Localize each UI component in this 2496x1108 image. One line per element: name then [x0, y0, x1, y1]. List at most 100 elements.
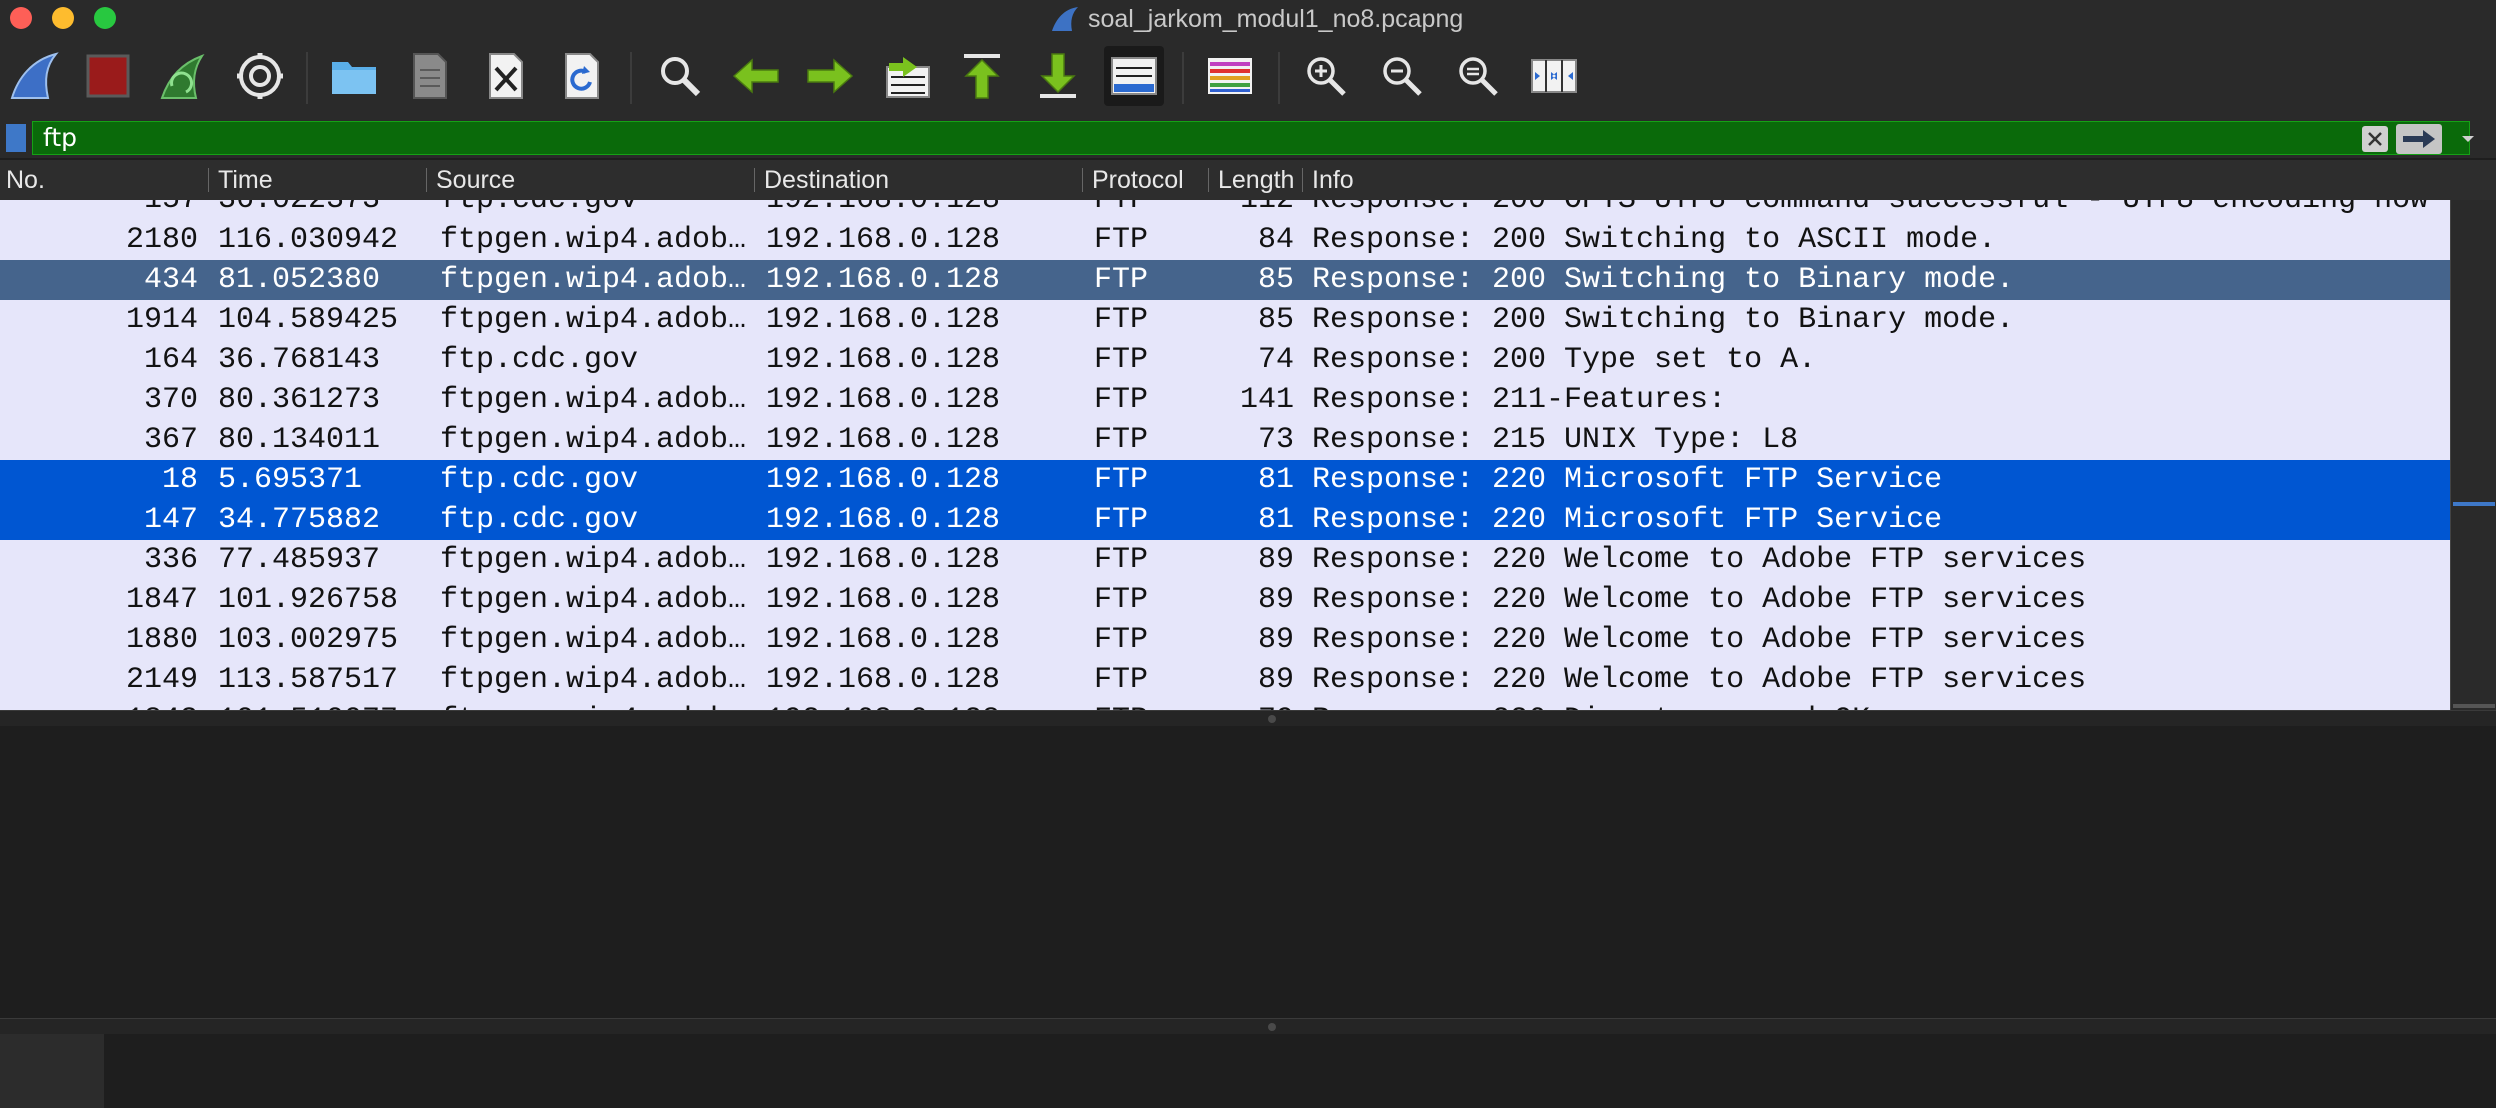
packet-row[interactable]: 1843 101.510077 ftpgen.wip4.adob… 192.168.0… [0, 700, 2450, 710]
go-first-button[interactable] [952, 46, 1012, 106]
packet-cell-source: ftpgen.wip4.adob… [440, 623, 746, 657]
close-file-icon [489, 53, 523, 99]
pane-splitter[interactable] [0, 1018, 2496, 1035]
splitter-handle[interactable] [1268, 715, 1276, 723]
packet-bytes-pane[interactable] [0, 1034, 2496, 1108]
scrollbar-position-marker [2453, 704, 2495, 708]
folder-icon [332, 62, 376, 94]
packet-row[interactable]: 2149 113.587517 ftpgen.wip4.adob… 192.168.0… [0, 660, 2450, 700]
packet-cell-protocol: FTP [1094, 383, 1149, 417]
packet-row[interactable]: 370 80.361273 ftpgen.wip4.adob… 192.168.0.1… [0, 380, 2450, 420]
packet-row[interactable]: 1914 104.589425 ftpgen.wip4.adob… 192.168.0… [0, 300, 2450, 340]
packet-row[interactable]: 1880 103.002975 ftpgen.wip4.adob… 192.168.0… [0, 620, 2450, 660]
start-capture-button[interactable] [4, 46, 64, 106]
column-header-source[interactable]: Source [436, 166, 746, 195]
arrow-right-icon [2403, 130, 2435, 148]
column-divider[interactable] [208, 168, 209, 192]
packet-cell-destination: 192.168.0.128 [766, 223, 1001, 257]
toolbar-separator [306, 52, 308, 104]
packet-cell-info: Response: 200 Switching to Binary mode. [1312, 263, 2015, 297]
column-divider[interactable] [1208, 168, 1209, 192]
column-divider[interactable] [1302, 168, 1303, 192]
packet-cell-length: 89 [1257, 583, 1294, 617]
packet-cell-time: 34.775882 [218, 503, 381, 537]
column-header-info[interactable]: Info [1312, 166, 1712, 195]
column-divider[interactable] [1082, 168, 1083, 192]
packet-row[interactable]: 336 77.485937 ftpgen.wip4.adob… 192.168.0.1… [0, 540, 2450, 580]
packet-cell-source: ftpgen.wip4.adob… [440, 223, 746, 257]
packet-row[interactable]: 1847 101.926758 ftpgen.wip4.adob… 192.168.0… [0, 580, 2450, 620]
packet-cell-length: 73 [1257, 423, 1294, 457]
packet-row[interactable]: 18 5.695371 ftp.cdc.gov 192.168.0.128 FTP 81 R… [0, 460, 2450, 500]
clear-filter-button[interactable] [2362, 126, 2388, 152]
packet-row[interactable]: 2180 116.030942 ftpgen.wip4.adob… 192.168.0… [0, 220, 2450, 260]
find-packet-button[interactable] [650, 46, 710, 106]
capture-options-button[interactable] [230, 46, 290, 106]
save-file-button[interactable] [400, 46, 460, 106]
packet-list[interactable]: 157 36.022373 ftp.cdc.gov 192.168.0.128 FTP 1… [0, 200, 2450, 710]
pane-splitter[interactable] [0, 710, 2496, 727]
packet-cell-destination: 192.168.0.128 [766, 503, 1001, 537]
column-divider[interactable] [426, 168, 427, 192]
packet-list-header: No. Time Source Destination Protocol Len… [0, 160, 2496, 201]
column-header-destination[interactable]: Destination [764, 166, 1074, 195]
packet-cell-length: 84 [1257, 223, 1294, 257]
autoscroll-button[interactable] [1104, 46, 1164, 106]
packet-row[interactable]: 164 36.768143 ftp.cdc.gov 192.168.0.128 FTP 7… [0, 340, 2450, 380]
packet-row[interactable]: 434 81.052380 ftpgen.wip4.adob… 192.168.0.1… [0, 260, 2450, 300]
packet-cell-info: Response: 215 UNIX Type: L8 [1312, 423, 1799, 457]
go-forward-button[interactable] [800, 46, 860, 106]
packet-cell-info: Response: 220 Welcome to Adobe FTP servi… [1312, 543, 2087, 577]
zoom-normal-button[interactable] [1448, 46, 1508, 106]
toolbar-separator [1182, 52, 1184, 104]
packet-cell-no: 1880 [125, 623, 198, 657]
packet-row[interactable]: 367 80.134011 ftpgen.wip4.adob… 192.168.0.1… [0, 420, 2450, 460]
apply-filter-button[interactable] [2396, 124, 2442, 154]
filter-history-dropdown[interactable] [2448, 124, 2488, 154]
packet-cell-time: 80.134011 [218, 423, 381, 457]
column-divider[interactable] [754, 168, 755, 192]
packet-cell-time: 104.589425 [218, 303, 399, 337]
packet-details-pane[interactable] [0, 726, 2496, 1018]
zoom-in-button[interactable] [1296, 46, 1356, 106]
stop-capture-button[interactable] [78, 46, 138, 106]
reload-file-button[interactable] [552, 46, 612, 106]
colorize-button[interactable] [1200, 46, 1260, 106]
packet-row[interactable]: 147 34.775882 ftp.cdc.gov 192.168.0.128 FTP 8… [0, 500, 2450, 540]
packet-cell-no: 367 [143, 423, 198, 457]
go-back-button[interactable] [726, 46, 786, 106]
column-header-no[interactable]: No. [6, 166, 206, 195]
display-filter-input[interactable]: ftp [32, 121, 2470, 155]
packet-cell-time: 36.768143 [218, 343, 381, 377]
packet-cell-length: 141 [1239, 383, 1294, 417]
column-header-length[interactable]: Length [1218, 166, 1298, 195]
packet-cell-source: ftp.cdc.gov [440, 343, 639, 377]
display-filter-bar: ftp [0, 118, 2496, 158]
go-to-packet-button[interactable] [878, 46, 938, 106]
resize-columns-button[interactable] [1524, 46, 1584, 106]
autoscroll-icon [1111, 57, 1157, 95]
column-header-time[interactable]: Time [218, 166, 418, 195]
packet-cell-no: 1847 [125, 583, 198, 617]
packet-cell-length: 112 [1239, 200, 1294, 217]
restart-capture-button[interactable] [152, 46, 212, 106]
packet-cell-no: 434 [143, 263, 198, 297]
packet-row[interactable]: 157 36.022373 ftp.cdc.gov 192.168.0.128 FTP 1… [0, 200, 2450, 220]
zoom-window-button[interactable] [94, 7, 116, 29]
close-file-button[interactable] [476, 46, 536, 106]
packet-cell-time: 113.587517 [218, 663, 399, 697]
column-header-protocol[interactable]: Protocol [1092, 166, 1204, 195]
packet-cell-no: 18 [161, 463, 198, 497]
filter-bookmark-button[interactable] [6, 124, 26, 152]
go-last-button[interactable] [1028, 46, 1088, 106]
splitter-handle[interactable] [1268, 1023, 1276, 1031]
window-title: soal_jarkom_modul1_no8.pcapng [1088, 4, 1464, 33]
bytes-offset-gutter [0, 1034, 104, 1108]
close-window-button[interactable] [10, 7, 32, 29]
minimize-window-button[interactable] [52, 7, 74, 29]
packet-list-scrollbar[interactable] [2450, 200, 2496, 710]
search-icon [661, 57, 701, 97]
packet-cell-destination: 192.168.0.128 [766, 663, 1001, 697]
open-file-button[interactable] [324, 46, 384, 106]
zoom-out-button[interactable] [1372, 46, 1432, 106]
